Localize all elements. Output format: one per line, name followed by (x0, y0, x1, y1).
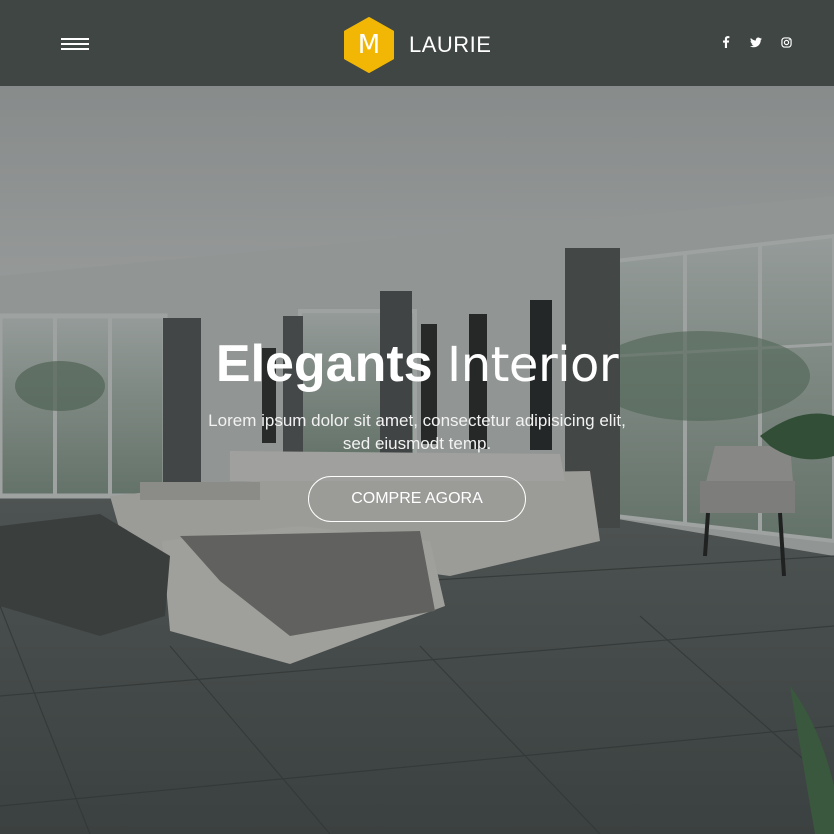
brand-name: LAURIE (409, 32, 492, 57)
hero-subtitle-line-1: Lorem ipsum dolor sit amet, consectetur … (208, 411, 626, 430)
logo[interactable]: M LAURIE (343, 17, 491, 73)
hero-title-light: Interior (447, 337, 619, 393)
hero-subtitle-line-2: sed eiusmodt temp. (342, 434, 492, 453)
twitter-icon[interactable] (750, 36, 762, 48)
hero-section: Elegants Interior Lorem ipsum dolor sit … (0, 86, 834, 834)
buy-now-button[interactable]: COMPRE AGORA (308, 476, 526, 522)
facebook-icon[interactable] (720, 36, 732, 48)
hero-subtitle: Lorem ipsum dolor sit amet, consectetur … (167, 409, 667, 455)
logo-letter: M (357, 30, 381, 60)
hexagon-logo-icon: M (343, 17, 395, 73)
social-links (720, 36, 792, 48)
hero-dark-overlay (0, 86, 834, 834)
hero-title: Elegants Interior (0, 334, 834, 395)
instagram-icon[interactable] (780, 36, 792, 48)
site-header: M LAURIE (0, 0, 834, 86)
hamburger-menu-icon[interactable] (61, 38, 89, 50)
hero-title-bold: Elegants (215, 335, 433, 393)
